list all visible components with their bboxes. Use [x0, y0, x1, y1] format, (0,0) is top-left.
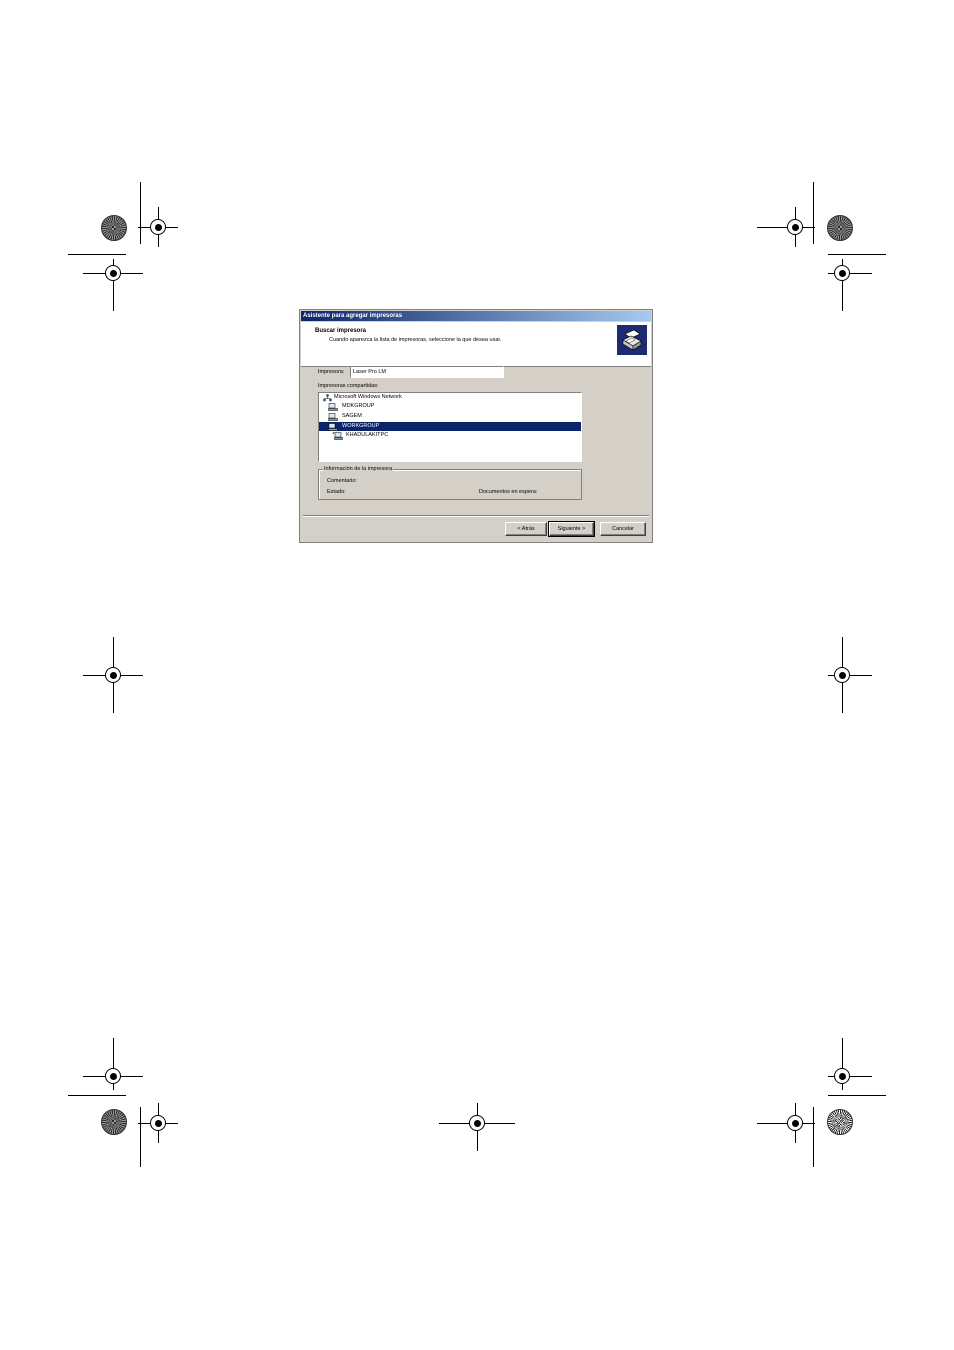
tree-item-khadulakitpc[interactable]: KHADULAKITPC	[319, 431, 581, 440]
trim-mark	[813, 1107, 814, 1167]
documents-waiting-label: Documentos en espera:	[479, 489, 538, 495]
tree-item-label: MDKGROUP	[342, 403, 375, 409]
comment-label: Comentario:	[327, 478, 357, 484]
back-button[interactable]: < Atrás	[505, 522, 547, 536]
tree-item-label: Microsoft Windows Network	[334, 394, 402, 400]
wizard-header: Buscar impresora Cuando aparezca la list…	[301, 322, 651, 367]
trim-mark	[828, 254, 886, 255]
tree-item-label: KHADULAKITPC	[346, 432, 389, 438]
trim-mark	[828, 1095, 886, 1096]
cancel-button[interactable]: Cancelar	[600, 522, 646, 536]
header-subtitle: Cuando aparezca la lista de impresoras, …	[329, 337, 502, 343]
trim-mark	[813, 182, 814, 244]
printer-name-input[interactable]	[350, 366, 504, 378]
tree-item-microsoft-windows-network[interactable]: Microsoft Windows Network	[319, 393, 581, 402]
tree-item-workgroup[interactable]: WORKGROUP	[319, 422, 581, 431]
tree-item-label: SAGEM	[342, 413, 362, 419]
computer-icon	[332, 432, 343, 444]
printer-info-groupbox: Información de la impresora Comentario: …	[318, 466, 582, 500]
tree-item-sagem[interactable]: SAGEM	[319, 412, 581, 421]
button-separator	[303, 515, 649, 517]
printer-info-legend: Información de la impresora	[323, 466, 394, 473]
color-rosette-bottom-right	[827, 1109, 853, 1135]
color-rosette-top-left	[101, 215, 127, 241]
header-title: Buscar impresora	[315, 328, 367, 334]
color-rosette-bottom-left	[101, 1109, 127, 1135]
trim-mark	[140, 1107, 141, 1167]
trim-mark	[68, 254, 126, 255]
add-printer-wizard-dialog: Asistente para agregar impresoras Buscar…	[299, 309, 653, 543]
printer-label: Impresora:	[318, 369, 345, 375]
printer-wizard-icon	[617, 325, 647, 355]
dialog-title[interactable]: Asistente para agregar impresoras	[301, 311, 651, 321]
trim-mark	[68, 1095, 126, 1096]
tree-item-mdkgroup[interactable]: MDKGROUP	[319, 402, 581, 411]
trim-mark	[140, 182, 141, 244]
shared-printers-tree[interactable]: Microsoft Windows Network MDKGROUP SAGEM	[318, 392, 582, 462]
next-button[interactable]: Siguiente >	[548, 521, 595, 537]
tree-item-label: WORKGROUP	[342, 423, 380, 429]
color-rosette-top-right	[827, 215, 853, 241]
status-label: Estado:	[327, 489, 346, 495]
shared-printers-label: Impresoras compartidas:	[318, 383, 379, 389]
